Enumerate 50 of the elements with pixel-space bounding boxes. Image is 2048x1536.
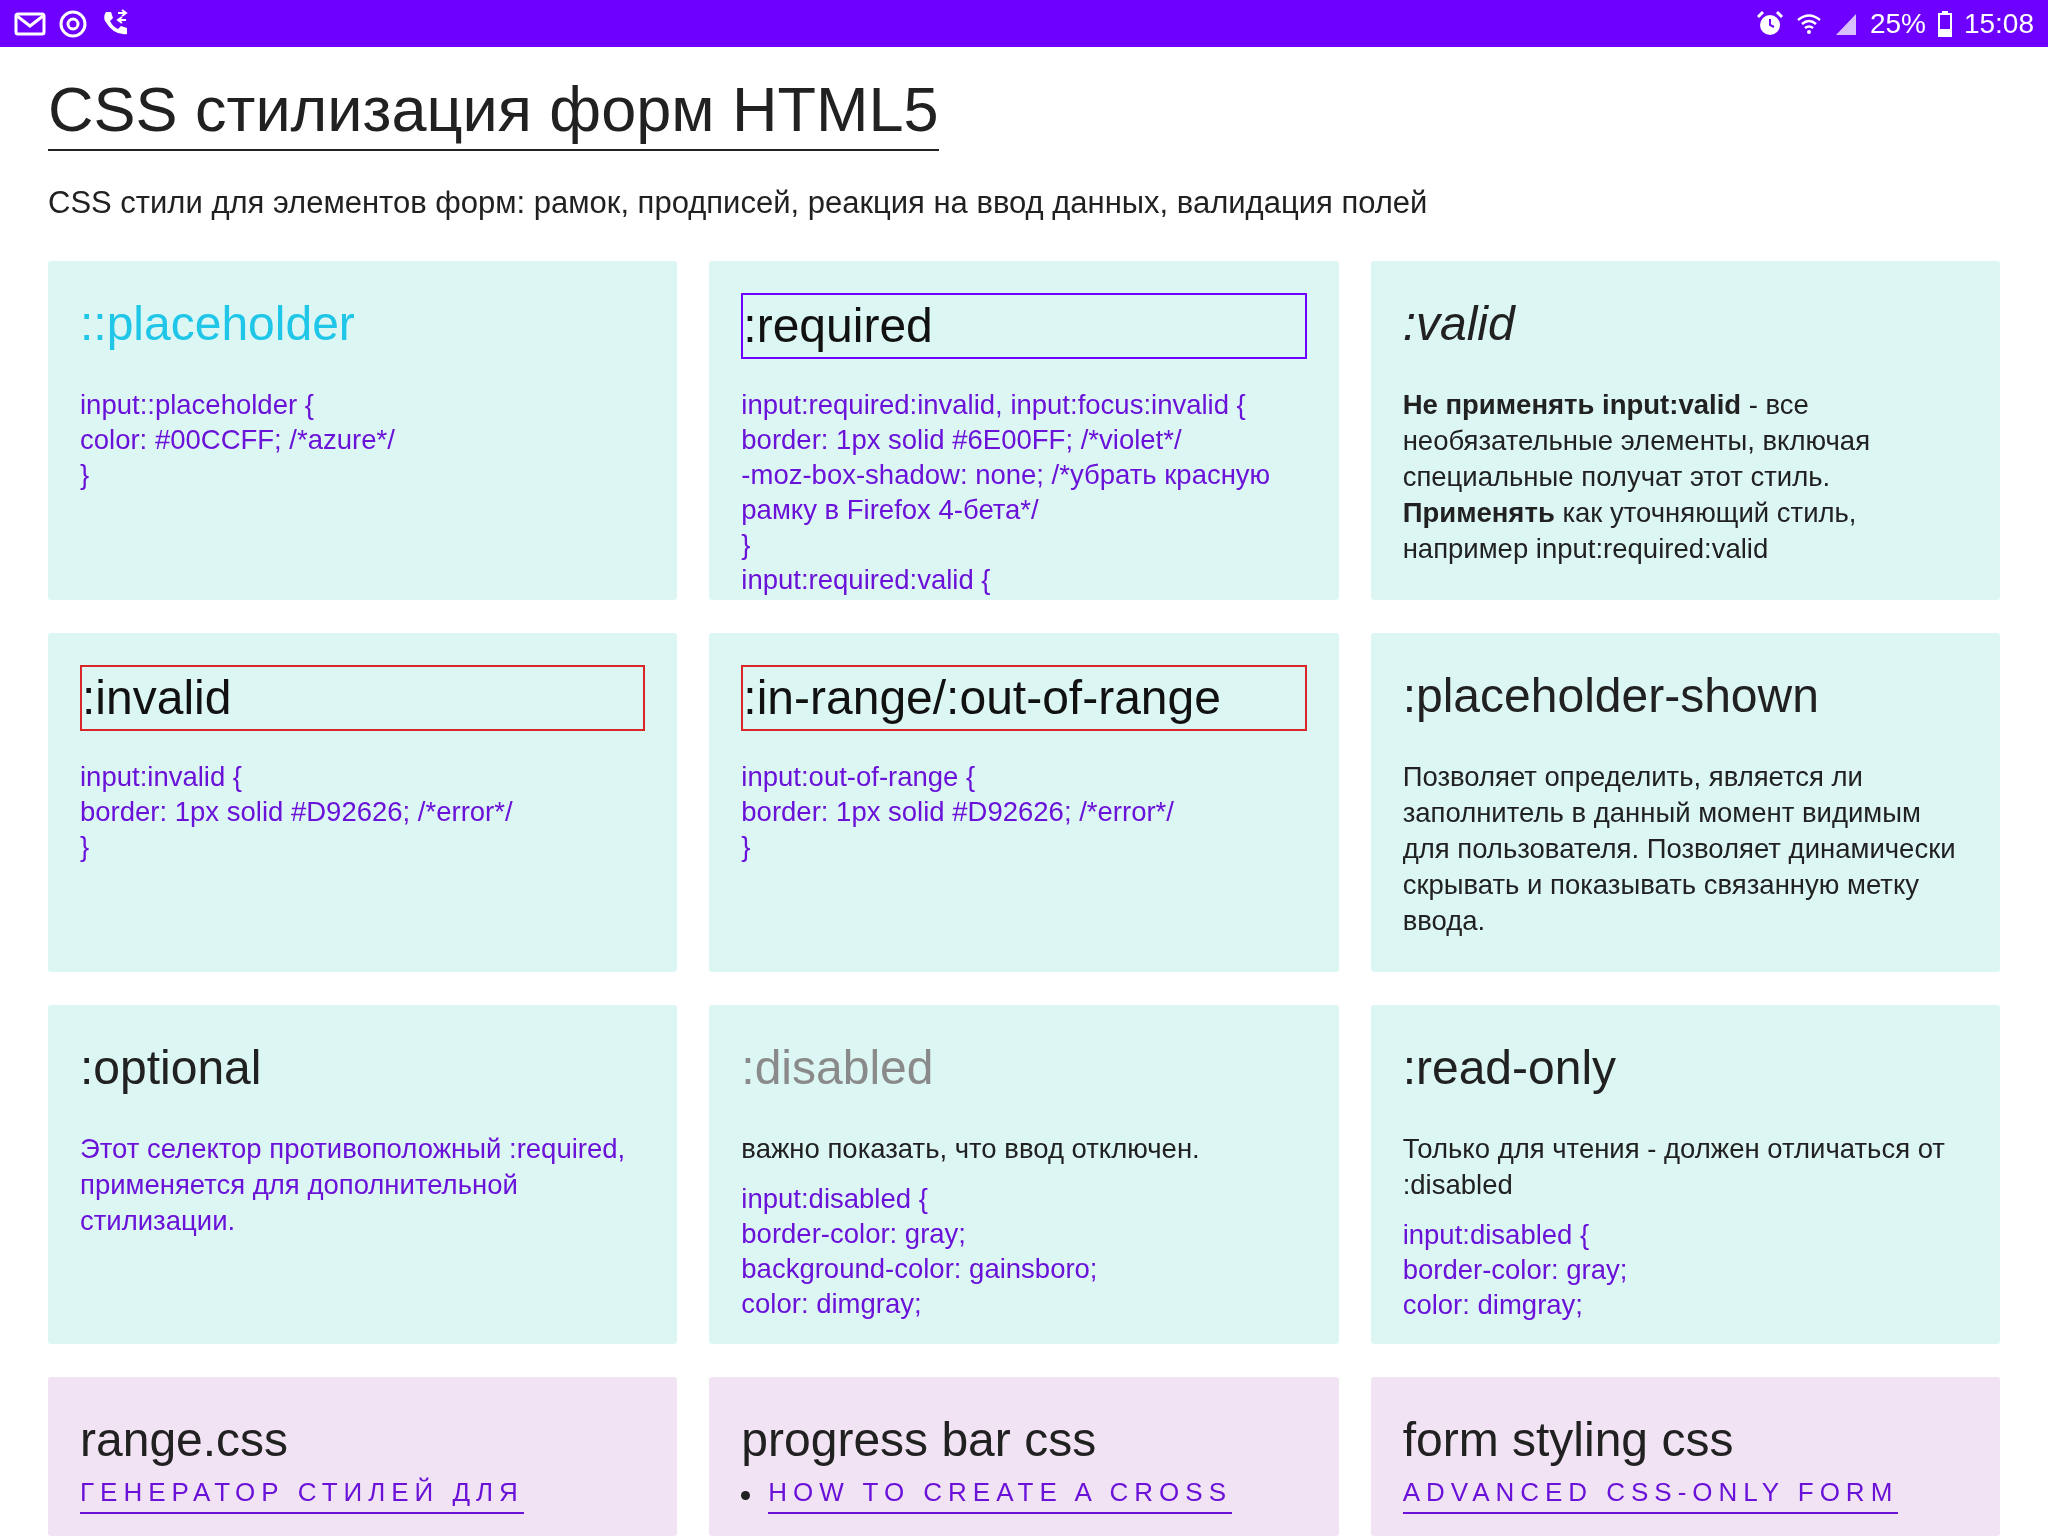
card-heading: :optional [80, 1040, 263, 1096]
card-description: Этот селектор противоположный :required, применяется для дополнительной стилизации. [80, 1132, 627, 1238]
heading-field[interactable]: :in-range/:out-of-range [741, 665, 1307, 731]
card-description: Только для чтения - должен отличаться от :disabled [1402, 1132, 1946, 1202]
card-heading: :read-only [1402, 1040, 1618, 1096]
code-line: } [741, 528, 752, 562]
code-line: border-color: gray; [1402, 1253, 1629, 1287]
code-line: border: 1px solid #D92626; /*error*/ [80, 795, 514, 829]
code-line: рамку в Firefox 4-бета*/ [741, 493, 1040, 527]
code-line: color: dimgray; [1402, 1288, 1584, 1322]
code-line: input:disabled { [1402, 1218, 1591, 1252]
clock-time: 15:08 [1963, 7, 2034, 40]
heading-field[interactable]: :invalid [80, 665, 646, 731]
code-line: input:required:valid { [741, 563, 992, 597]
code-line: border: 1px solid #6E00FF; /*violet*/ [741, 423, 1183, 457]
page-subtitle: CSS стили для элементов форм: рамок, продписей, реакция на ввод данных, валидация полей [48, 185, 1429, 221]
code-line: border-color: gray; [741, 1217, 967, 1251]
bullet-icon [741, 1491, 751, 1500]
article-link[interactable]: ГЕНЕРАТОР СТИЛЕЙ ДЛЯ [80, 1477, 524, 1514]
mail-icon [14, 10, 46, 37]
code-line: border: 1px solid #D92626; /*error*/ [741, 795, 1175, 829]
code-line: -moz-box-shadow: none; /*убрать красную [741, 458, 1272, 492]
code-line: } [80, 458, 91, 492]
article-link[interactable]: ADVANCED CSS-ONLY FORM [1402, 1477, 1899, 1514]
code-line: } [741, 830, 752, 864]
card-heading: :placeholder-shown [1402, 668, 1820, 724]
card-description: Не применять input:valid - все необязательные элементы, включая специальные получат этот стиль. Применять как уточняющий стиль, например input:required:valid [1402, 388, 1872, 566]
card-heading: form styling css [1402, 1412, 1735, 1468]
heading-field[interactable]: :required [741, 293, 1307, 359]
code-line: color: #00CCFF; /*azure*/ [80, 423, 396, 457]
card-heading: range.css [80, 1412, 290, 1468]
page-title: CSS стилизация форм HTML5 [48, 69, 939, 151]
code-line: input:invalid { [80, 760, 244, 794]
code-line: color: dimgray; [741, 1287, 923, 1321]
code-line: input:out-of-range { [741, 760, 977, 794]
code-line: input:required:invalid, input:focus:invalid { [741, 388, 1247, 422]
card-heading: :valid [1402, 296, 1517, 352]
battery-icon [1937, 10, 1952, 37]
code-line: input:disabled { [741, 1182, 929, 1216]
alarm-icon [1755, 9, 1784, 38]
card-heading: :disabled [741, 1040, 935, 1096]
article-link[interactable]: HOW TO CREATE A CROSS [768, 1477, 1232, 1514]
code-line: background-color: gainsboro; [741, 1252, 1099, 1286]
code-line: } [80, 830, 91, 864]
card-heading: ::placeholder [80, 296, 356, 352]
battery-percent: 25% [1869, 7, 1926, 40]
code-line: input::placeholder { [80, 388, 315, 422]
card-description: Позволяет определить, является ли заполнитель в данный момент видимым для пользователя. Позволяет динамически скрывать и показывать связанную метку ввода. [1402, 760, 1957, 938]
card-description: важно показать, что ввод отключен. [741, 1132, 1201, 1166]
card-heading: progress bar css [741, 1412, 1098, 1468]
